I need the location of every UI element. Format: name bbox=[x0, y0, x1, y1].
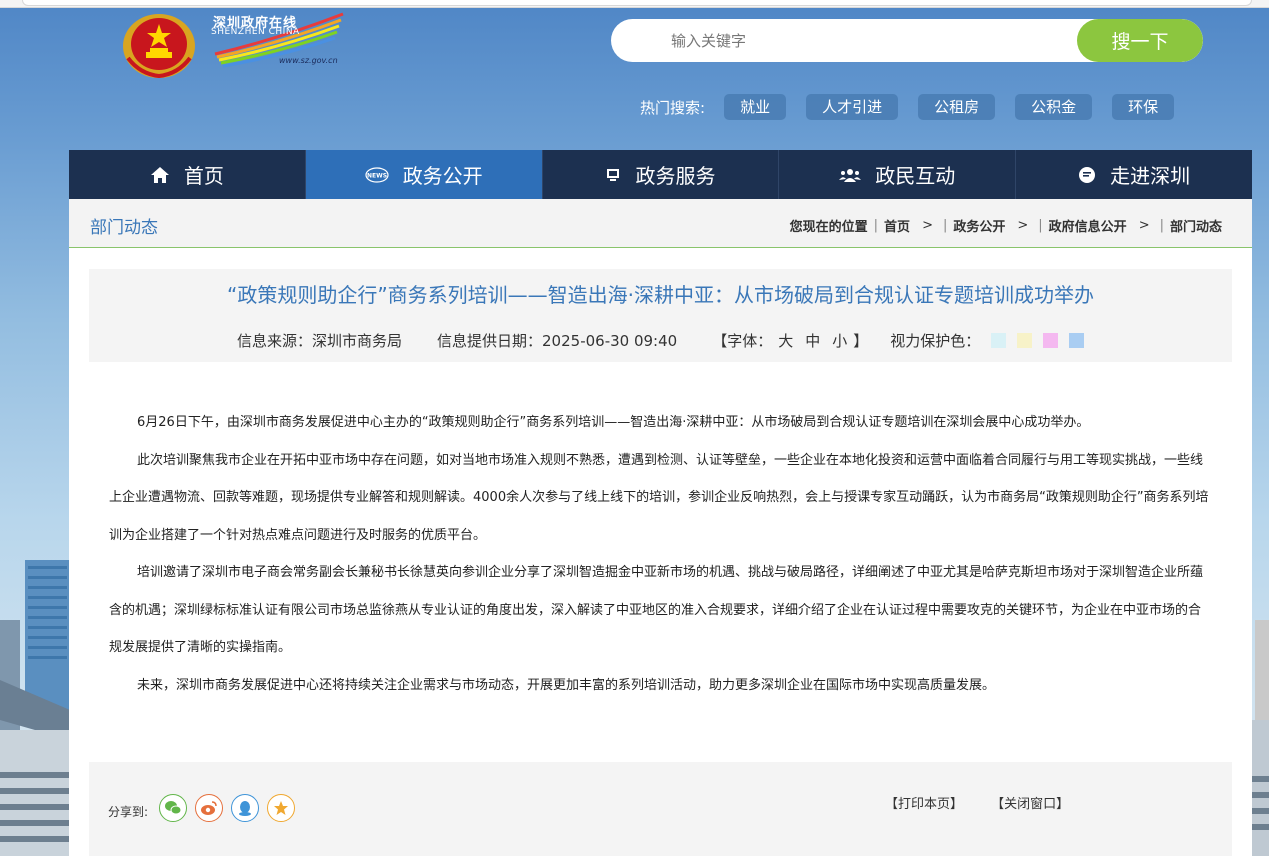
share-label: 分享到: bbox=[108, 805, 149, 819]
share-icons bbox=[159, 794, 303, 822]
svg-text:NEWS: NEWS bbox=[367, 172, 387, 179]
font-size-label: 【字体： bbox=[712, 332, 773, 350]
hot-tag-gongjijin[interactable]: 公积金 bbox=[1015, 94, 1093, 120]
hot-search-bar: 热门搜索: 就业 人才引进 公租房 公积金 环保 bbox=[640, 93, 1194, 121]
nav-label: 政务服务 bbox=[635, 164, 716, 188]
breadcrumb-home[interactable]: 首页 bbox=[884, 216, 910, 235]
chat-icon bbox=[1078, 166, 1096, 184]
article-source: 信息来源：深圳市商务局 bbox=[237, 332, 403, 350]
chevron-right-icon: > bbox=[1017, 218, 1029, 233]
section-title: 部门动态 bbox=[90, 218, 158, 238]
breadcrumb-department-news[interactable]: 部门动态 bbox=[1170, 216, 1222, 235]
font-size-medium[interactable]: 中 bbox=[805, 330, 820, 351]
share-bar: 分享到: 【打印本页】 【关闭窗口】 bbox=[89, 762, 1232, 856]
article-title: “政策规则助企行”商务系列培训——智造出海·深耕中亚：从市场破局到合规认证专题培… bbox=[226, 283, 1095, 307]
font-size-large[interactable]: 大 bbox=[778, 330, 793, 351]
article-header: “政策规则助企行”商务系列培训——智造出海·深耕中亚：从市场破局到合规认证专题培… bbox=[89, 269, 1232, 362]
breadcrumb-separator: | bbox=[873, 218, 879, 233]
search-input[interactable] bbox=[611, 19, 1081, 62]
breadcrumb-government-affairs[interactable]: 政务公开 bbox=[953, 216, 1005, 235]
eye-color-yellow[interactable] bbox=[1017, 333, 1033, 348]
hot-tag-huanbao[interactable]: 环保 bbox=[1112, 94, 1175, 120]
nav-label: 首页 bbox=[183, 164, 224, 188]
eye-care-label: 视力保护色： bbox=[890, 332, 981, 350]
content-panel: 部门动态 您现在的位置 | 首页 > | 政务公开 > | 政府信息公开 > | 部门… bbox=[69, 199, 1252, 856]
city-building-right bbox=[1251, 620, 1269, 856]
monitor-icon bbox=[605, 167, 621, 183]
breadcrumb-separator: | bbox=[942, 218, 948, 233]
article-paragraph: 培训邀请了深圳市电子商会常务副会长兼秘书长徐慧英向参训企业分享了深圳智造掘金中亚… bbox=[109, 565, 1204, 655]
address-bar bbox=[22, 0, 1252, 6]
logo-url: www.sz.gov.cn bbox=[279, 56, 338, 65]
nav-label: 政务公开 bbox=[402, 164, 483, 188]
eye-color-blue[interactable] bbox=[1069, 333, 1085, 348]
breadcrumb-bar: 部门动态 您现在的位置 | 首页 > | 政务公开 > | 政府信息公开 > | 部门… bbox=[69, 199, 1252, 248]
logo-text-en: SHENZHEN CHINA bbox=[211, 27, 300, 37]
wechat-icon[interactable] bbox=[159, 794, 187, 822]
article-date: 信息提供日期：2025-06-30 09:40 bbox=[437, 332, 678, 350]
article-paragraph: 6月26日下午，由深圳市商务发展促进中心主办的“政策规则助企行”商务系列培训——… bbox=[137, 415, 1090, 430]
search-button[interactable]: 搜一下 bbox=[1077, 19, 1203, 62]
weibo-icon[interactable] bbox=[195, 794, 223, 822]
chevron-right-icon: > bbox=[1138, 218, 1150, 233]
close-window-link[interactable]: 【关闭窗口】 bbox=[991, 797, 1069, 812]
nav-item-interaction[interactable]: 政民互动 bbox=[779, 150, 1017, 199]
browser-top-strip bbox=[0, 0, 1269, 8]
favorite-icon[interactable] bbox=[267, 794, 295, 822]
nav-item-government-affairs[interactable]: NEWS 政务公开 bbox=[305, 150, 543, 199]
font-size-label-close: 】 bbox=[853, 332, 869, 350]
article-paragraph: 此次培训聚焦我市企业在开拓中亚市场中存在问题，如对当地市场准入规则不熟悉，遭遇到… bbox=[109, 452, 1209, 543]
breadcrumb: 您现在的位置 | 首页 > | 政务公开 > | 政府信息公开 > | 部门动态 bbox=[790, 216, 1222, 235]
page-actions: 【打印本页】 【关闭窗口】 bbox=[885, 793, 1093, 812]
article-body: 6月26日下午，由深圳市商务发展促进中心主办的“政策规则助企行”商务系列培训——… bbox=[109, 404, 1212, 704]
qq-icon[interactable] bbox=[231, 794, 259, 822]
font-size-small[interactable]: 小 bbox=[832, 330, 847, 351]
news-icon: NEWS bbox=[365, 166, 389, 183]
search-box: 搜一下 bbox=[611, 19, 1203, 62]
nav-label: 走进深圳 bbox=[1110, 164, 1191, 188]
nav-item-services[interactable]: 政务服务 bbox=[543, 150, 780, 199]
site-logo[interactable]: 深圳政府在线 SHENZHEN CHINA www.sz.gov.cn bbox=[205, 10, 345, 70]
chevron-right-icon: > bbox=[922, 218, 933, 233]
nav-label: 政民互动 bbox=[875, 164, 956, 188]
breadcrumb-separator: | bbox=[1159, 218, 1164, 233]
people-icon bbox=[839, 167, 862, 183]
breadcrumb-separator: | bbox=[1038, 218, 1043, 233]
article-meta: 信息来源：深圳市商务局 信息提供日期：2025-06-30 09:40 【字体：… bbox=[237, 330, 1085, 351]
hot-tag-gongzufang[interactable]: 公租房 bbox=[918, 94, 996, 120]
national-emblem-icon bbox=[123, 14, 195, 78]
eye-color-pink[interactable] bbox=[1043, 333, 1059, 348]
city-building-left bbox=[0, 560, 70, 856]
hot-search-label: 热门搜索: bbox=[640, 98, 706, 117]
hot-tag-jiuye[interactable]: 就业 bbox=[724, 94, 787, 120]
main-nav: 首页 NEWS 政务公开 政务服务 政民互动 走进深圳 bbox=[69, 150, 1252, 199]
article-paragraph: 未来，深圳市商务发展促进中心还将持续关注企业需求与市场动态，开展更加丰富的系列培… bbox=[137, 677, 996, 693]
nav-item-about-shenzhen[interactable]: 走进深圳 bbox=[1016, 150, 1252, 199]
hot-tag-rencai[interactable]: 人才引进 bbox=[806, 94, 899, 120]
breadcrumb-info-disclosure[interactable]: 政府信息公开 bbox=[1049, 216, 1127, 235]
print-page-link[interactable]: 【打印本页】 bbox=[885, 797, 963, 812]
home-icon bbox=[150, 166, 170, 184]
eye-color-cyan[interactable] bbox=[991, 333, 1007, 348]
location-label: 您现在的位置 bbox=[789, 220, 868, 235]
nav-item-home[interactable]: 首页 bbox=[69, 150, 306, 199]
